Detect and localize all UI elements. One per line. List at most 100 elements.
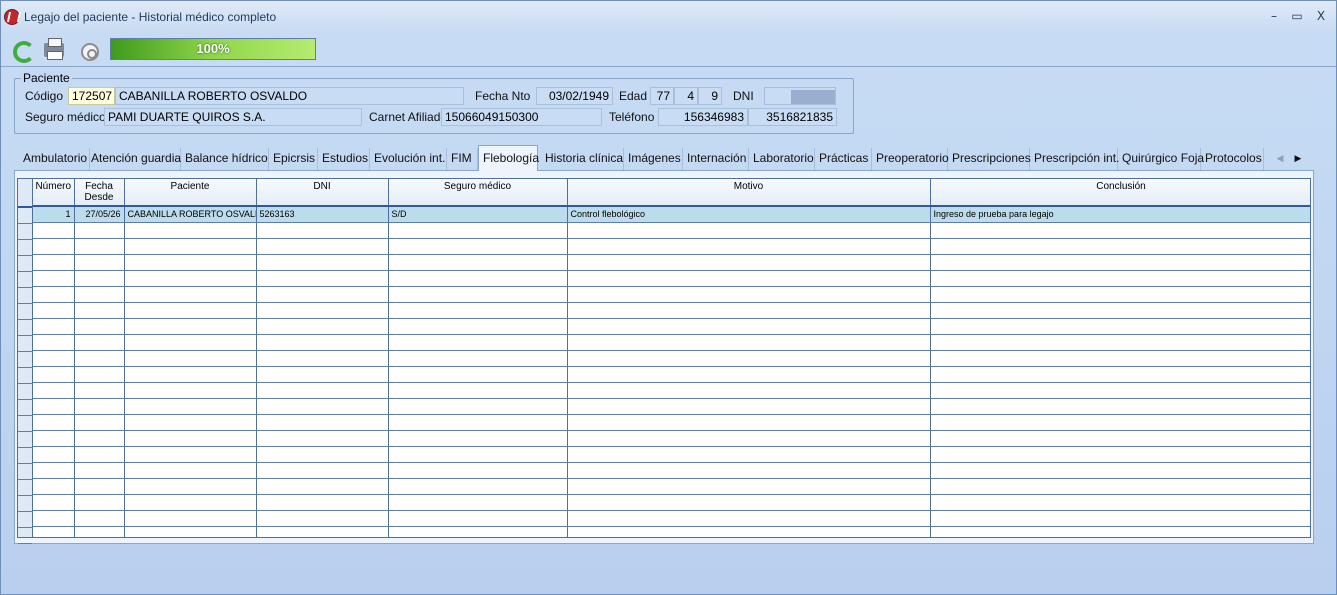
empty-cell bbox=[33, 462, 75, 479]
empty-row[interactable] bbox=[33, 238, 1310, 255]
empty-cell bbox=[124, 430, 257, 447]
empty-row[interactable] bbox=[33, 366, 1310, 383]
empty-row[interactable] bbox=[33, 446, 1310, 463]
tab-epicrsis[interactable]: Epicrsis bbox=[269, 148, 318, 170]
row-indicator[interactable] bbox=[18, 224, 32, 240]
empty-row[interactable] bbox=[33, 494, 1310, 511]
empty-row[interactable] bbox=[33, 414, 1310, 431]
carnet-field[interactable]: 15066049150300 bbox=[441, 108, 602, 126]
tab-balance-hidrico[interactable]: Balance hídrico bbox=[181, 148, 269, 170]
row-indicator[interactable] bbox=[18, 272, 32, 288]
empty-row[interactable] bbox=[33, 334, 1310, 351]
tab-protocolos[interactable]: Protocolos bbox=[1201, 148, 1264, 170]
fecha-nto-field[interactable]: 03/02/1949 bbox=[536, 87, 613, 105]
empty-cell bbox=[74, 462, 125, 479]
edad-years-field[interactable]: 77 bbox=[650, 87, 674, 105]
empty-row[interactable] bbox=[33, 430, 1310, 447]
codigo-field[interactable]: 172507 bbox=[68, 87, 115, 105]
row-indicator[interactable] bbox=[18, 368, 32, 384]
empty-row[interactable] bbox=[33, 526, 1310, 537]
empty-row[interactable] bbox=[33, 350, 1310, 367]
tab-estudios[interactable]: Estudios bbox=[318, 148, 370, 170]
empty-row[interactable] bbox=[33, 382, 1310, 399]
tab-quirurgico-foja[interactable]: Quirúrgico Foja bbox=[1118, 148, 1204, 170]
row-indicator[interactable] bbox=[18, 448, 32, 464]
empty-cell bbox=[930, 350, 1310, 367]
empty-row[interactable] bbox=[33, 478, 1310, 495]
row-indicator[interactable] bbox=[18, 336, 32, 352]
row-indicator[interactable] bbox=[18, 496, 32, 512]
tab-atencion-guardia[interactable]: Atención guardia bbox=[87, 148, 181, 170]
row-indicator[interactable] bbox=[18, 432, 32, 448]
empty-row[interactable] bbox=[33, 398, 1310, 415]
row-indicator[interactable] bbox=[18, 208, 32, 224]
empty-row[interactable] bbox=[33, 510, 1310, 527]
tab-prescripciones[interactable]: Prescripciones bbox=[948, 148, 1031, 170]
row-indicator[interactable] bbox=[18, 464, 32, 480]
tab-historia-clinica[interactable]: Historia clínica bbox=[541, 148, 624, 170]
tab-fim[interactable]: FIM bbox=[447, 148, 478, 170]
row-indicator[interactable] bbox=[18, 384, 32, 400]
tab-preoperatorio[interactable]: Preoperatorio bbox=[872, 148, 949, 170]
printer-icon[interactable] bbox=[44, 38, 64, 60]
row-indicator[interactable] bbox=[18, 528, 32, 544]
empty-cell bbox=[74, 334, 125, 351]
row-indicator[interactable] bbox=[18, 352, 32, 368]
tab-internacion[interactable]: Internación bbox=[683, 148, 749, 170]
minimize-button[interactable]: – bbox=[1263, 7, 1285, 25]
seguro-field[interactable]: PAMI DUARTE QUIROS S.A. bbox=[104, 108, 362, 126]
tab-evolucion-int[interactable]: Evolución int. bbox=[370, 148, 447, 170]
empty-cell bbox=[567, 302, 931, 319]
empty-cell bbox=[124, 462, 257, 479]
close-button[interactable]: X bbox=[1310, 7, 1332, 25]
empty-cell bbox=[74, 398, 125, 415]
empty-cell bbox=[930, 238, 1310, 255]
tab-scroll-left-icon[interactable]: ◀ bbox=[1272, 149, 1288, 169]
row-indicator[interactable] bbox=[18, 240, 32, 256]
empty-cell bbox=[388, 318, 568, 335]
row-indicator[interactable] bbox=[18, 304, 32, 320]
col-header-seguro-medico[interactable]: Seguro médico bbox=[388, 179, 568, 207]
tab-scroll-right-icon[interactable]: ▶ bbox=[1290, 149, 1306, 169]
empty-row[interactable] bbox=[33, 270, 1310, 287]
row-indicator[interactable] bbox=[18, 512, 32, 528]
row-indicator[interactable] bbox=[18, 400, 32, 416]
refresh-icon[interactable] bbox=[13, 41, 35, 63]
patient-name-field[interactable]: CABANILLA ROBERTO OSVALDO bbox=[115, 87, 464, 105]
tab-ambulatorio[interactable]: Ambulatorio bbox=[19, 148, 90, 170]
row-indicator[interactable] bbox=[18, 256, 32, 272]
tab-flebologia[interactable]: Flebología bbox=[478, 145, 539, 171]
row-indicator[interactable] bbox=[18, 480, 32, 496]
telefono-field-1[interactable]: 156346983 bbox=[658, 108, 748, 126]
row-indicator[interactable] bbox=[18, 416, 32, 432]
edad-months-field[interactable]: 4 bbox=[674, 87, 698, 105]
tab-prescripcion-int[interactable]: Prescripción int. bbox=[1030, 148, 1119, 170]
row-indicator[interactable] bbox=[18, 288, 32, 304]
telefono-field-2[interactable]: 3516821835 bbox=[748, 108, 837, 126]
row-indicator[interactable] bbox=[18, 320, 32, 336]
table-row[interactable]: 1 27/05/26 CABANILLA ROBERTO OSVALDO 526… bbox=[33, 206, 1310, 223]
main-window: Legajo del paciente - Historial médico c… bbox=[0, 0, 1337, 595]
col-header-paciente[interactable]: Paciente bbox=[124, 179, 257, 207]
flebologia-grid[interactable]: Número Fecha Desde Paciente DNI Seguro m… bbox=[32, 178, 1311, 538]
col-header-fecha-desde[interactable]: Fecha Desde bbox=[74, 179, 125, 207]
tab-laboratorio[interactable]: Laboratorio bbox=[749, 148, 815, 170]
col-header-conclusion[interactable]: Conclusión bbox=[930, 179, 1310, 207]
maximize-button[interactable]: ▭ bbox=[1286, 7, 1308, 25]
tab-practicas[interactable]: Prácticas bbox=[815, 148, 872, 170]
settings-icon[interactable] bbox=[81, 43, 99, 61]
empty-cell bbox=[388, 270, 568, 287]
empty-row[interactable] bbox=[33, 302, 1310, 319]
empty-row[interactable] bbox=[33, 286, 1310, 303]
edad-days-field[interactable]: 9 bbox=[698, 87, 722, 105]
col-header-dni[interactable]: DNI bbox=[256, 179, 389, 207]
tab-imagenes[interactable]: Imágenes bbox=[624, 148, 683, 170]
empty-cell bbox=[124, 254, 257, 271]
empty-cell bbox=[567, 526, 931, 537]
empty-row[interactable] bbox=[33, 318, 1310, 335]
col-header-motivo[interactable]: Motivo bbox=[567, 179, 931, 207]
empty-row[interactable] bbox=[33, 462, 1310, 479]
col-header-numero[interactable]: Número bbox=[33, 179, 75, 207]
empty-row[interactable] bbox=[33, 222, 1310, 239]
empty-row[interactable] bbox=[33, 254, 1310, 271]
